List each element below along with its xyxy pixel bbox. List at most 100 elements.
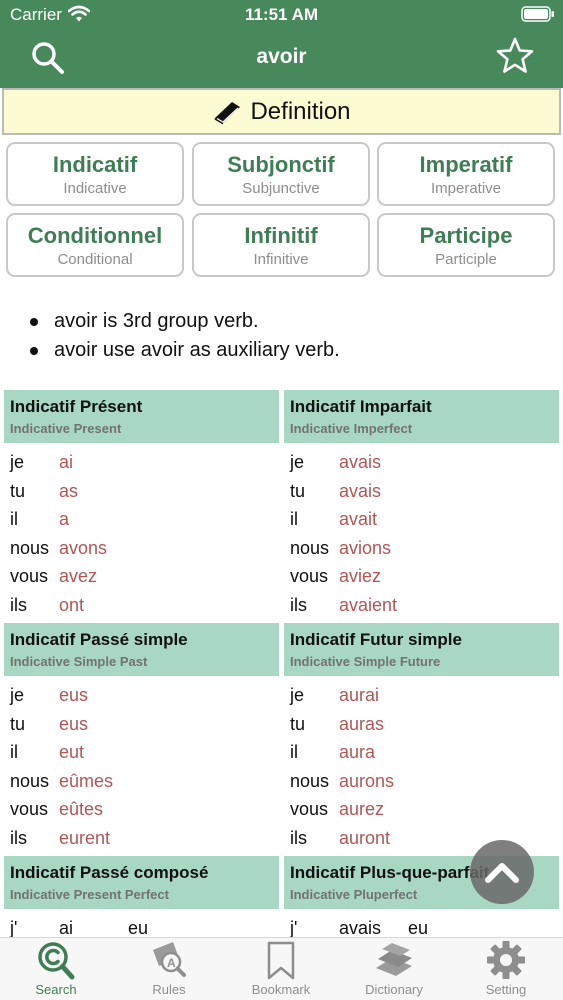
table-row: nous eûmes bbox=[4, 767, 279, 796]
verb-form: a bbox=[59, 509, 70, 529]
table-header: Indicatif Passé composé Indicative Prese… bbox=[4, 856, 279, 909]
pronoun: ils bbox=[10, 594, 27, 615]
verb-form: avais bbox=[339, 452, 382, 472]
table-row: je eus bbox=[4, 681, 279, 710]
page-title: avoir bbox=[256, 45, 307, 68]
table-row: il a bbox=[4, 505, 279, 534]
table-row: ils avaient bbox=[284, 591, 559, 620]
tab-dictionary[interactable]: Dictionary bbox=[338, 938, 450, 1000]
mood-button-infinitif[interactable]: Infinitif Infinitive bbox=[192, 213, 370, 277]
verb-form: avons bbox=[59, 537, 108, 558]
mood-button-imperatif[interactable]: Imperatif Imperative bbox=[377, 142, 555, 206]
status-bar: Carrier 11:51 AM bbox=[0, 0, 563, 30]
tab-search[interactable]: Search bbox=[0, 938, 112, 1000]
verb-form: avions bbox=[339, 537, 392, 558]
conjugation-table-futur-simple: Indicatif Futur simple Indicative Simple… bbox=[284, 623, 559, 852]
pronoun: je bbox=[290, 452, 305, 472]
table-row: il avait bbox=[284, 505, 559, 534]
tab-label: Bookmark bbox=[251, 982, 311, 997]
pronoun: nous bbox=[290, 537, 330, 558]
table-row: nous avons bbox=[4, 534, 279, 563]
table-row: tu as bbox=[4, 477, 279, 506]
pronoun: vous bbox=[290, 566, 329, 586]
mood-button-conditionnel[interactable]: Conditionnel Conditional bbox=[6, 213, 184, 277]
mood-button-participe[interactable]: Participe Participle bbox=[377, 213, 555, 277]
table-row: tu eus bbox=[4, 710, 279, 739]
mood-sublabel: Indicative bbox=[63, 180, 127, 197]
auxiliary: ai bbox=[59, 918, 74, 937]
pronoun: il bbox=[290, 742, 298, 762]
conjugation-table-present: Indicatif Présent Indicative Present je a… bbox=[4, 390, 279, 619]
pronoun: nous bbox=[290, 770, 330, 791]
verb-form: auras bbox=[339, 713, 385, 734]
dictionary-icon bbox=[376, 943, 412, 976]
table-row: tu avais bbox=[284, 477, 559, 506]
note-item: avoir use avoir as auxiliary verb. bbox=[28, 336, 548, 365]
mood-label: Participe bbox=[419, 223, 513, 248]
verb-form: aurons bbox=[339, 770, 395, 791]
verb-form: eus bbox=[59, 685, 89, 705]
pronoun: vous bbox=[10, 566, 49, 586]
pronoun: ils bbox=[290, 827, 307, 848]
search-copyright-icon bbox=[38, 942, 75, 980]
verb-form: aurez bbox=[339, 799, 385, 819]
verb-form: avais bbox=[339, 480, 382, 501]
verb-form: aviez bbox=[339, 566, 382, 586]
table-row: vous eûtes bbox=[4, 795, 279, 824]
auxiliary: avais bbox=[339, 918, 382, 937]
pronoun: je bbox=[10, 685, 25, 705]
mood-label: Subjonctif bbox=[227, 152, 335, 177]
table-subtitle: Indicative Imperfect bbox=[290, 421, 413, 436]
verb-notes: avoir is 3rd group verb. avoir use avoir… bbox=[28, 307, 548, 365]
mood-grid: Indicatif Indicative Subjonctif Subjunct… bbox=[6, 142, 557, 278]
table-row: nous aurons bbox=[284, 767, 559, 796]
scroll-to-top-button[interactable] bbox=[470, 840, 534, 904]
verb-form: avait bbox=[339, 509, 378, 529]
pronoun: tu bbox=[290, 480, 306, 501]
pronoun: vous bbox=[290, 799, 329, 819]
verb-form: ont bbox=[59, 594, 85, 615]
book-icon bbox=[214, 101, 241, 124]
mood-label: Indicatif bbox=[52, 152, 138, 177]
bookmark-icon bbox=[267, 941, 295, 980]
star-icon[interactable] bbox=[495, 36, 535, 76]
mood-button-indicatif[interactable]: Indicatif Indicative bbox=[6, 142, 184, 206]
verb-form: ai bbox=[59, 452, 74, 472]
table-title: Indicatif Futur simple bbox=[290, 630, 462, 649]
table-header: Indicatif Présent Indicative Present bbox=[4, 390, 279, 443]
pronoun: il bbox=[10, 742, 18, 762]
tab-rules[interactable]: A Rules bbox=[113, 938, 225, 1000]
conjugation-table-passe-compose: Indicatif Passé composé Indicative Prese… bbox=[4, 856, 279, 937]
table-row: tu auras bbox=[284, 710, 559, 739]
pronoun: ils bbox=[10, 827, 27, 848]
table-header: Indicatif Passé simple Indicative Simple… bbox=[4, 623, 279, 676]
mood-label: Imperatif bbox=[419, 152, 513, 177]
table-subtitle: Indicative Simple Past bbox=[10, 654, 148, 669]
pronoun: tu bbox=[290, 713, 306, 734]
verb-form: avaient bbox=[339, 594, 398, 615]
table-row: ils ont bbox=[4, 591, 279, 620]
svg-text:A: A bbox=[167, 956, 176, 970]
pronoun: il bbox=[10, 509, 18, 529]
tab-bookmark[interactable]: Bookmark bbox=[225, 938, 337, 1000]
mood-label: Conditionnel bbox=[27, 223, 163, 248]
status-time: 11:51 AM bbox=[244, 5, 319, 24]
pronoun: je bbox=[290, 685, 305, 705]
chevron-up-icon bbox=[485, 863, 519, 883]
verb-form: aura bbox=[339, 742, 376, 762]
participle: eu bbox=[408, 918, 429, 937]
tab-label: Rules bbox=[152, 982, 186, 997]
table-subtitle: Indicative Present Perfect bbox=[10, 887, 169, 902]
mood-button-subjonctif[interactable]: Subjonctif Subjunctive bbox=[192, 142, 370, 206]
conjugation-table-imparfait: Indicatif Imparfait Indicative Imperfect… bbox=[284, 390, 559, 619]
mood-sublabel: Participle bbox=[435, 251, 497, 268]
pronoun: nous bbox=[10, 770, 50, 791]
tab-setting[interactable]: Setting bbox=[450, 938, 562, 1000]
note-item: avoir is 3rd group verb. bbox=[28, 307, 548, 336]
table-subtitle: Indicative Present bbox=[10, 421, 122, 436]
pronoun: il bbox=[290, 509, 298, 529]
pronoun: j' bbox=[290, 918, 298, 937]
table-row: il aura bbox=[284, 738, 559, 767]
definition-button[interactable]: Definition bbox=[2, 88, 561, 135]
tab-label: Search bbox=[35, 982, 77, 997]
